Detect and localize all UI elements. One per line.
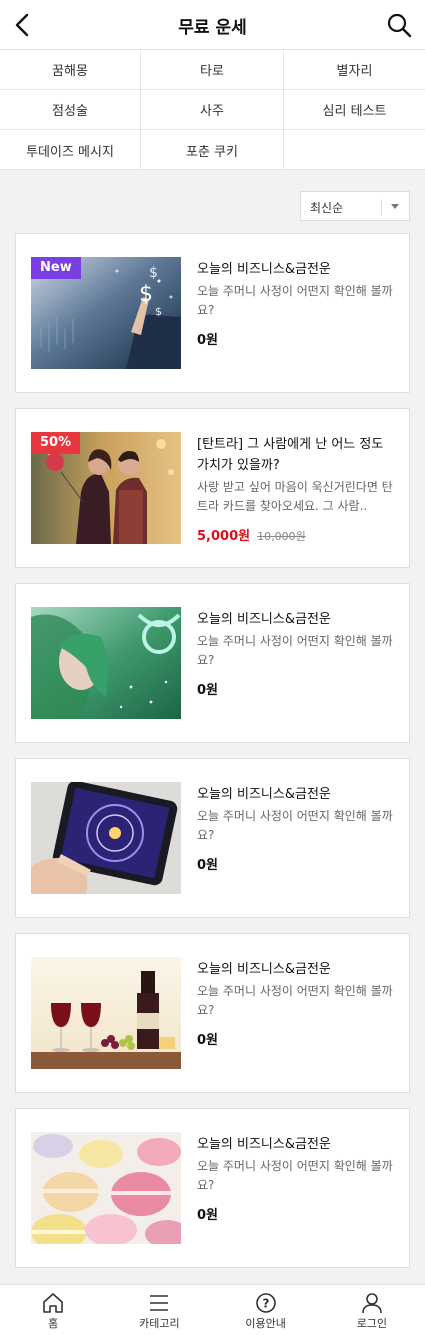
- app-header: 무료 운세: [0, 0, 425, 50]
- product-thumbnail: $ $ $ New: [31, 257, 181, 369]
- product-card[interactable]: 오늘의 비즈니스&금전운 오늘 주머니 사정이 어떤지 확인해 볼까요? 0원: [15, 583, 410, 743]
- product-description: 오늘 주머니 사정이 어떤지 확인해 볼까요?: [197, 984, 393, 1017]
- product-description: 오늘 주머니 사정이 어떤지 확인해 볼까요?: [197, 284, 393, 317]
- svg-text:$: $: [155, 305, 162, 318]
- sort-bar: 최신순: [0, 178, 425, 228]
- sort-selected-label: 최신순: [310, 201, 344, 215]
- svg-text:$: $: [149, 265, 158, 281]
- category-empty-cell: [284, 130, 425, 170]
- tab-guide[interactable]: ? 이용안내: [213, 1285, 319, 1335]
- product-card[interactable]: $ $ $ New 오늘의 비즈니스&금전운 오늘 주머니 사정이 어떤지 확인…: [15, 233, 410, 393]
- product-info: [탄트라] 그 사람에게 난 어느 정도 가치가 있을까? 사랑 받고 싶어 마…: [197, 434, 397, 544]
- category-todays-message[interactable]: 투데이즈 메시지: [0, 130, 141, 170]
- tab-home[interactable]: 홈: [0, 1285, 106, 1335]
- sort-select[interactable]: 최신순: [300, 191, 410, 221]
- product-info: 오늘의 비즈니스&금전운 오늘 주머니 사정이 어떤지 확인해 볼까요? 0원: [197, 259, 397, 348]
- tab-login[interactable]: 로그인: [319, 1285, 425, 1335]
- menu-icon: [150, 1295, 169, 1311]
- category-psych-test[interactable]: 심리 테스트: [284, 90, 425, 130]
- product-price: 0원: [197, 1208, 219, 1223]
- caret-down-icon: [391, 204, 399, 209]
- product-title: 오늘의 비즈니스&금전운: [197, 962, 331, 977]
- original-price: 10,000원: [257, 530, 306, 543]
- product-description: 오늘 주머니 사정이 어떤지 확인해 볼까요?: [197, 809, 393, 842]
- product-price: 0원: [197, 683, 219, 698]
- category-astrology[interactable]: 점성술: [0, 90, 141, 130]
- user-icon: [362, 1293, 382, 1314]
- svg-text:?: ?: [262, 1297, 269, 1311]
- product-card[interactable]: 오늘의 비즈니스&금전운 오늘 주머니 사정이 어떤지 확인해 볼까요? 0원: [15, 758, 410, 918]
- product-description: 오늘 주머니 사정이 어떤지 확인해 볼까요?: [197, 1159, 393, 1192]
- svg-text:$: $: [139, 282, 153, 307]
- tab-label: 로그인: [356, 1317, 388, 1330]
- tab-label: 이용안내: [245, 1317, 286, 1330]
- product-price: 0원: [197, 1033, 219, 1048]
- product-info: 오늘의 비즈니스&금전운 오늘 주머니 사정이 어떤지 확인해 볼까요? 0원: [197, 784, 397, 873]
- product-title: [탄트라] 그 사람에게 난 어느 정도 가치가 있을까?: [197, 437, 384, 473]
- product-title: 오늘의 비즈니스&금전운: [197, 262, 331, 277]
- product-info: 오늘의 비즈니스&금전운 오늘 주머니 사정이 어떤지 확인해 볼까요? 0원: [197, 1134, 397, 1223]
- tab-label: 카테고리: [139, 1317, 180, 1330]
- tab-label: 홈: [48, 1317, 59, 1330]
- product-title: 오늘의 비즈니스&금전운: [197, 612, 331, 627]
- help-icon: ?: [255, 1293, 276, 1313]
- product-info: 오늘의 비즈니스&금전운 오늘 주머니 사정이 어떤지 확인해 볼까요? 0원: [197, 959, 397, 1048]
- home-icon: [43, 1293, 63, 1313]
- product-card[interactable]: 오늘의 비즈니스&금전운 오늘 주머니 사정이 어떤지 확인해 볼까요? 0원: [15, 933, 410, 1093]
- sale-price: 5,000원: [197, 529, 251, 544]
- product-title: 오늘의 비즈니스&금전운: [197, 787, 331, 802]
- category-dream[interactable]: 꿈해몽: [0, 50, 141, 90]
- bottom-tab-bar: 홈 카테고리 ? 이용안내 로그인: [0, 1284, 425, 1335]
- product-thumbnail: [31, 782, 181, 894]
- product-description: 사랑 받고 싶어 마음이 욱신거린다면 탄트라 카드를 찾아오세요. 그 사람.…: [197, 480, 393, 513]
- category-tarot[interactable]: 타로: [141, 50, 284, 90]
- category-grid: 꿈해몽 타로 별자리 점성술 사주 심리 테스트 투데이즈 메시지 포춘 쿠키: [0, 50, 425, 170]
- product-card[interactable]: 50% [탄트라] 그 사람에게 난 어느 정도 가치가 있을까? 사랑 받고 …: [15, 408, 410, 568]
- search-icon[interactable]: [385, 11, 413, 39]
- product-thumbnail: 50%: [31, 432, 181, 544]
- product-info: 오늘의 비즈니스&금전운 오늘 주머니 사정이 어떤지 확인해 볼까요? 0원: [197, 609, 397, 698]
- product-thumbnail: [31, 607, 181, 719]
- product-thumbnail: [31, 957, 181, 1069]
- product-thumbnail: [31, 1132, 181, 1244]
- product-card[interactable]: 오늘의 비즈니스&금전운 오늘 주머니 사정이 어떤지 확인해 볼까요? 0원: [15, 1108, 410, 1268]
- category-zodiac[interactable]: 별자리: [284, 50, 425, 90]
- product-price: 0원: [197, 858, 219, 873]
- page-title: 무료 운세: [178, 18, 247, 38]
- tab-category[interactable]: 카테고리: [106, 1285, 212, 1335]
- badge-new: New: [31, 257, 81, 279]
- sort-divider: [381, 199, 382, 215]
- product-description: 오늘 주머니 사정이 어떤지 확인해 볼까요?: [197, 634, 393, 667]
- product-price: 5,000원 10,000원: [197, 525, 397, 544]
- category-saju[interactable]: 사주: [141, 90, 284, 130]
- badge-discount: 50%: [31, 432, 81, 454]
- product-price: 0원: [197, 333, 219, 348]
- category-fortune-cookie[interactable]: 포춘 쿠키: [141, 130, 284, 170]
- product-title: 오늘의 비즈니스&금전운: [197, 1137, 331, 1152]
